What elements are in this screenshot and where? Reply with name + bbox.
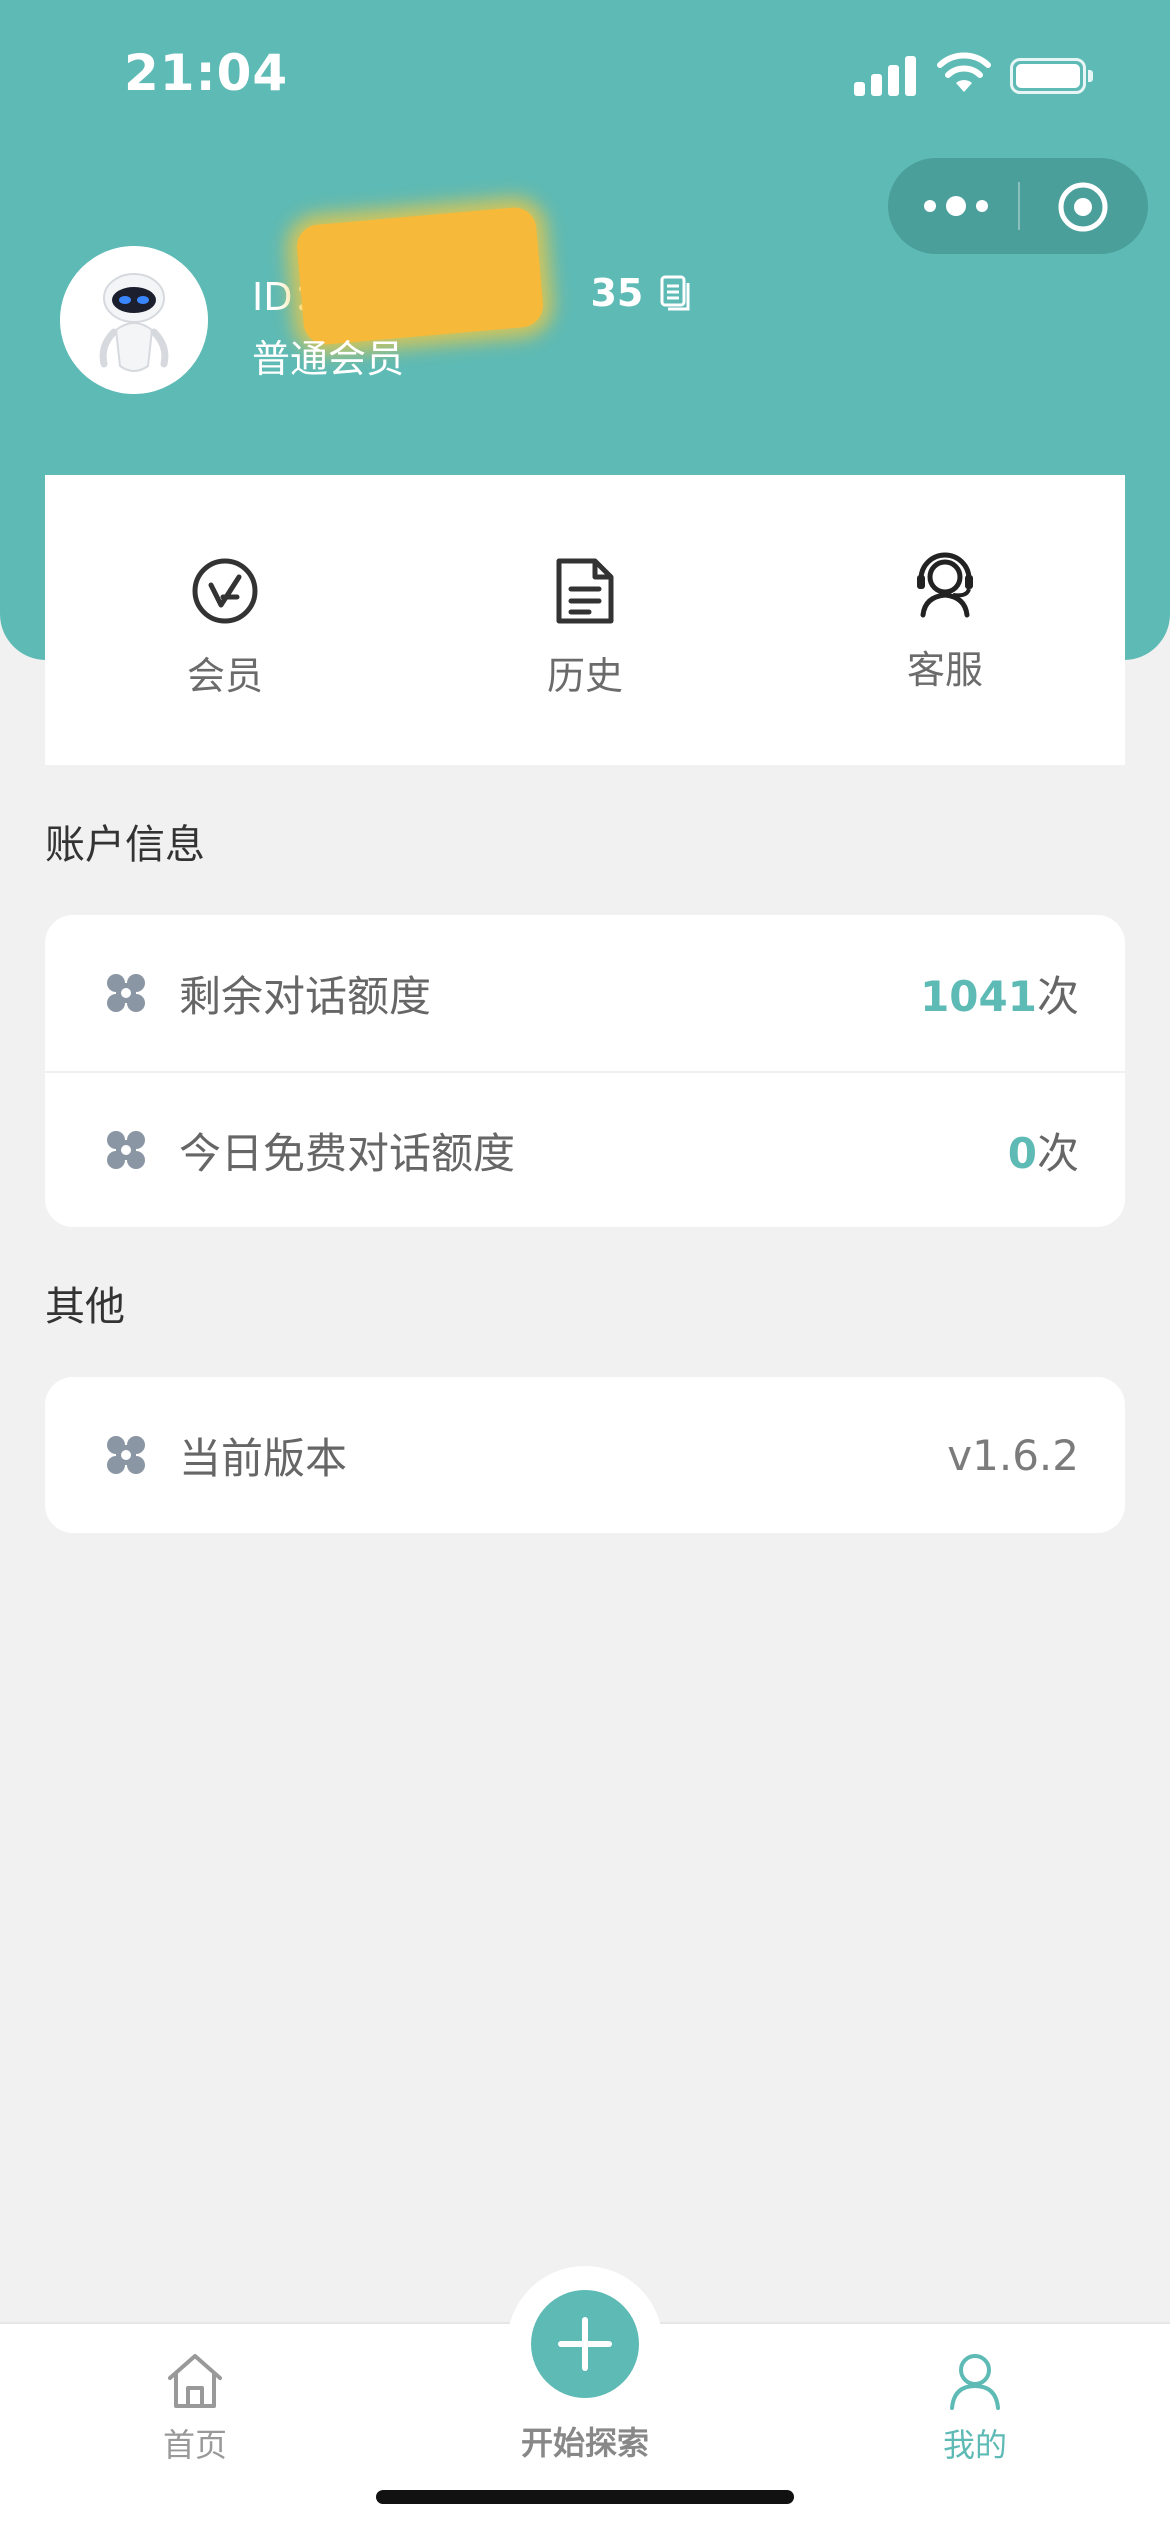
row-value: 1041次 [920, 963, 1079, 1024]
user-id-suffix: 35 [590, 271, 644, 315]
row-label: 今日免费对话额度 [179, 1128, 516, 1178]
other-info-card: 当前版本 v1.6.2 [45, 1377, 1125, 1533]
membership-v-icon [192, 558, 258, 624]
miniprogram-capsule[interactable] [888, 158, 1148, 254]
user-profile-icon [950, 2354, 1000, 2410]
quick-action-history[interactable]: 历史 [405, 475, 765, 765]
tab-mine[interactable]: 我的 [875, 2350, 1075, 2480]
quick-action-customer-service[interactable]: 客服 [765, 475, 1125, 765]
customer-service-headset-icon [917, 552, 973, 618]
wifi-icon [937, 52, 991, 92]
cellular-signal-icon [854, 56, 916, 96]
copy-icon[interactable] [659, 274, 693, 312]
free-quota-value: 0 [1007, 1128, 1037, 1178]
tab-label: 首页 [162, 2426, 227, 2464]
close-target-icon[interactable] [1056, 180, 1110, 234]
quick-action-label: 历史 [546, 654, 623, 698]
robot-avatar-icon [60, 246, 208, 394]
grid-dots-icon [107, 1131, 145, 1169]
remaining-quota-value: 1041 [920, 971, 1037, 1021]
status-time: 21:04 [124, 44, 289, 102]
home-indicator [376, 2490, 794, 2504]
status-bar: 21:04 [0, 0, 1170, 150]
plus-icon [558, 2317, 612, 2371]
account-section-title: 账户信息 [45, 822, 205, 868]
more-dots-icon[interactable] [924, 158, 1004, 254]
row-value: 0次 [1008, 1120, 1079, 1181]
quick-action-label: 客服 [906, 648, 983, 692]
quick-actions-card: 会员 历史 客服 [45, 475, 1125, 765]
tab-label: 我的 [942, 2426, 1007, 2464]
capsule-divider [1018, 182, 1020, 230]
quota-unit: 次 [1036, 1128, 1079, 1178]
redaction-overlay [295, 205, 545, 347]
list-item[interactable]: 剩余对话额度 1041次 [45, 915, 1125, 1071]
battery-icon [1010, 58, 1093, 94]
version-value: v1.6.2 [947, 1430, 1079, 1480]
quota-unit: 次 [1036, 971, 1079, 1021]
row-label: 当前版本 [179, 1433, 348, 1483]
account-info-card: 剩余对话额度 1041次 今日免费对话额度 0次 [45, 915, 1125, 1227]
other-section-title: 其他 [45, 1284, 125, 1330]
avatar[interactable] [60, 246, 208, 394]
explore-label: 开始探索 [520, 2424, 649, 2462]
quick-action-membership[interactable]: 会员 [45, 475, 405, 765]
quick-action-label: 会员 [186, 654, 263, 698]
grid-dots-icon [107, 974, 145, 1012]
list-item[interactable]: 当前版本 v1.6.2 [45, 1377, 1125, 1533]
list-item[interactable]: 今日免费对话额度 0次 [45, 1071, 1125, 1227]
home-icon [168, 2354, 222, 2408]
grid-dots-icon [107, 1436, 145, 1474]
member-level: 普通会员 [252, 337, 405, 381]
explore-button[interactable] [531, 2290, 639, 2398]
document-history-icon [556, 558, 614, 624]
row-label: 剩余对话额度 [179, 971, 432, 1021]
tab-home[interactable]: 首页 [95, 2350, 295, 2480]
